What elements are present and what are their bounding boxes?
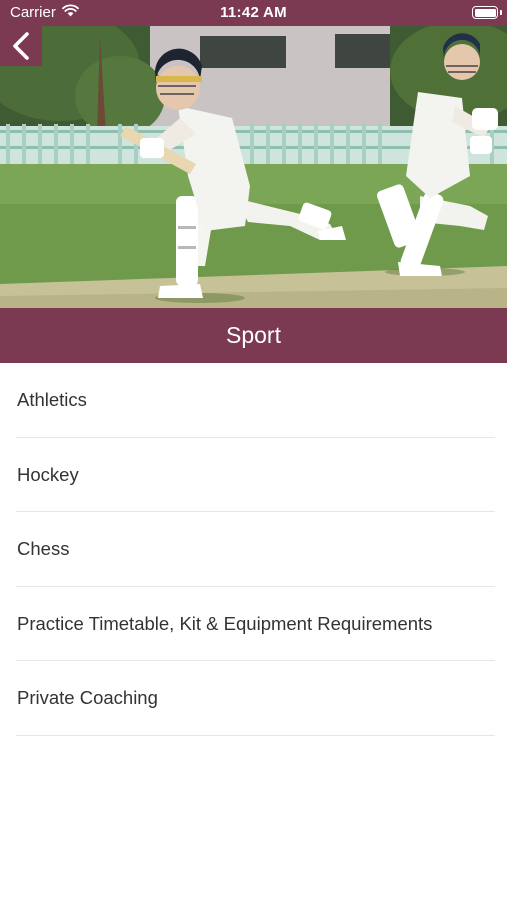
battery-icon — [472, 6, 498, 19]
battery-tip — [500, 10, 502, 15]
sport-menu-list: Athletics Hockey Chess Practice Timetabl… — [0, 363, 507, 736]
menu-item-hockey[interactable]: Hockey — [0, 438, 507, 513]
menu-item-private-coaching[interactable]: Private Coaching — [0, 661, 507, 736]
menu-item-chess[interactable]: Chess — [0, 512, 507, 587]
menu-item-practice-timetable[interactable]: Practice Timetable, Kit & Equipment Requ… — [0, 587, 507, 662]
status-bar: Carrier 11:42 AM — [0, 0, 507, 26]
menu-item-label: Hockey — [17, 463, 79, 485]
title-bar: Sport — [0, 308, 507, 363]
menu-item-label: Private Coaching — [17, 687, 158, 709]
chevron-left-icon — [13, 32, 29, 60]
screen: Carrier 11:42 AM Sport Athletics Hockey … — [0, 0, 507, 900]
menu-item-athletics[interactable]: Athletics — [0, 363, 507, 438]
back-button[interactable] — [0, 26, 42, 66]
hero-image — [0, 26, 507, 308]
menu-item-label: Chess — [17, 538, 70, 560]
status-time: 11:42 AM — [220, 4, 287, 21]
menu-item-label: Practice Timetable, Kit & Equipment Requ… — [17, 612, 433, 634]
battery-fill — [474, 8, 496, 17]
page-title: Sport — [226, 322, 281, 348]
menu-item-label: Athletics — [17, 389, 87, 411]
